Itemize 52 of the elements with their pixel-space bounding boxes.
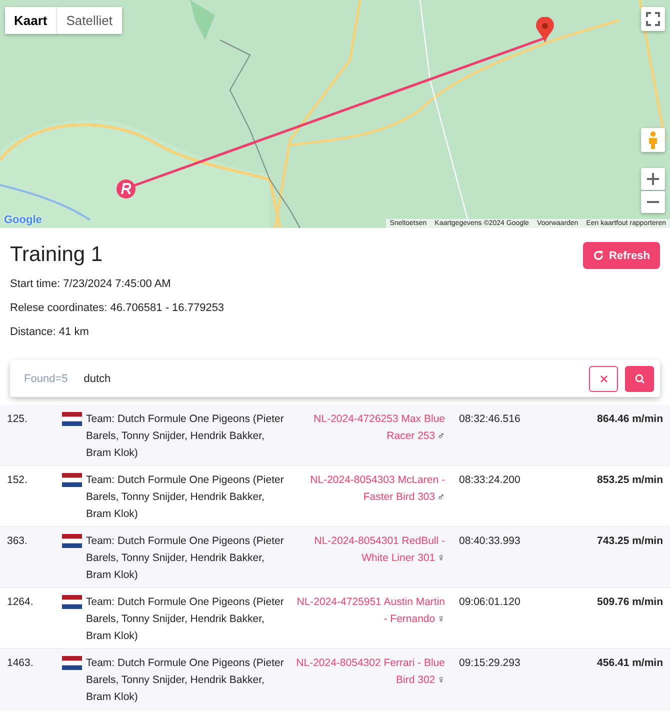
flag-icon [62, 412, 82, 426]
flag-icon [62, 473, 82, 487]
time-cell-text: 08:40:33.993 [459, 534, 522, 549]
zoom-out-button[interactable] [641, 191, 665, 213]
pigeon-link[interactable]: NL-2024-4726253 Max Blue Racer 253 ♂ [295, 411, 445, 445]
person-icon [647, 131, 659, 149]
race-detail: Start time: 7/23/2024 7:45:00 AM [10, 277, 172, 291]
flag-icon [62, 534, 82, 548]
flag-icon [62, 656, 82, 670]
time-cell-text: 08:33:24.200 [459, 473, 522, 488]
speed-cell-text: 509.76 m/min [596, 595, 663, 610]
fullscreen-button[interactable] [641, 7, 665, 31]
team-cell-text: Team: Dutch Formule One Pigeons (Pieter Barels, Tonny Snijder, Hendrik Bakker, Bram Klok) [86, 412, 285, 461]
race-detail: Distance: 41 km [10, 325, 90, 339]
race-detail: Relese coordinates: 46.706581 - 16.779253 [10, 301, 226, 315]
speed-cell-text: 864.46 m/min [596, 412, 663, 427]
map-type-tab[interactable]: Satelliet [56, 7, 122, 34]
fullscreen-icon [646, 12, 660, 26]
clear-button[interactable] [589, 366, 618, 392]
result-count: Found=5 [24, 372, 68, 384]
rank-cell-text: 125. [7, 412, 28, 427]
pigeon-link[interactable]: NL-2024-8054302 Ferrari - Blue Bird 302 ♀ [295, 655, 445, 689]
start-marker-icon [116, 179, 136, 199]
pin-icon [536, 17, 554, 43]
plus-icon [647, 173, 659, 185]
speed-cell-text: 743.25 m/min [596, 534, 663, 549]
page-title: Training 1 [10, 243, 103, 267]
rank-cell-text: 1463. [7, 656, 34, 671]
time-cell-text: 09:15:29.293 [459, 656, 522, 671]
map-type-tab[interactable]: Kaart [5, 7, 56, 34]
flag-icon [62, 595, 82, 609]
rank-cell-text: 1264. [7, 595, 34, 610]
rank-cell-text: 363. [7, 534, 28, 549]
speed-cell-text: 853.25 m/min [596, 473, 663, 488]
close-icon [600, 374, 608, 382]
time-cell-text: 08:32:46.516 [459, 412, 522, 427]
time-cell-text: 09:06:01.120 [459, 595, 522, 610]
rank-cell-text: 152. [7, 473, 28, 488]
search-icon [634, 374, 644, 384]
refresh-button[interactable]: Refresh [583, 242, 660, 269]
team-cell-text: Team: Dutch Formule One Pigeons (Pieter Barels, Tonny Snijder, Hendrik Bakker, Bram Klok) [86, 656, 285, 705]
team-cell-text: Team: Dutch Formule One Pigeons (Pieter Barels, Tonny Snijder, Hendrik Bakker, Bram Klok) [86, 473, 285, 522]
search-button[interactable] [625, 366, 654, 392]
zoom-in-button[interactable] [641, 168, 665, 190]
pigeon-link[interactable]: NL-2024-8054303 McLaren - Faster Bird 303 ♂ [295, 472, 445, 506]
pigeon-link[interactable]: NL-2024-8054301 RedBull - White Liner 301 ♀ [295, 533, 445, 567]
pigeon-link[interactable]: NL-2024-4725951 Austin Martin - Fernando ♀ [295, 594, 445, 628]
team-cell-text: Team: Dutch Formule One Pigeons (Pieter Barels, Tonny Snijder, Hendrik Bakker, Bram Klok) [86, 534, 285, 583]
team-cell-text: Team: Dutch Formule One Pigeons (Pieter Barels, Tonny Snijder, Hendrik Bakker, Bram Klok) [86, 595, 285, 644]
refresh-icon [593, 250, 604, 261]
map-logo: Google [4, 214, 42, 226]
speed-cell-text: 456.41 m/min [596, 656, 663, 671]
